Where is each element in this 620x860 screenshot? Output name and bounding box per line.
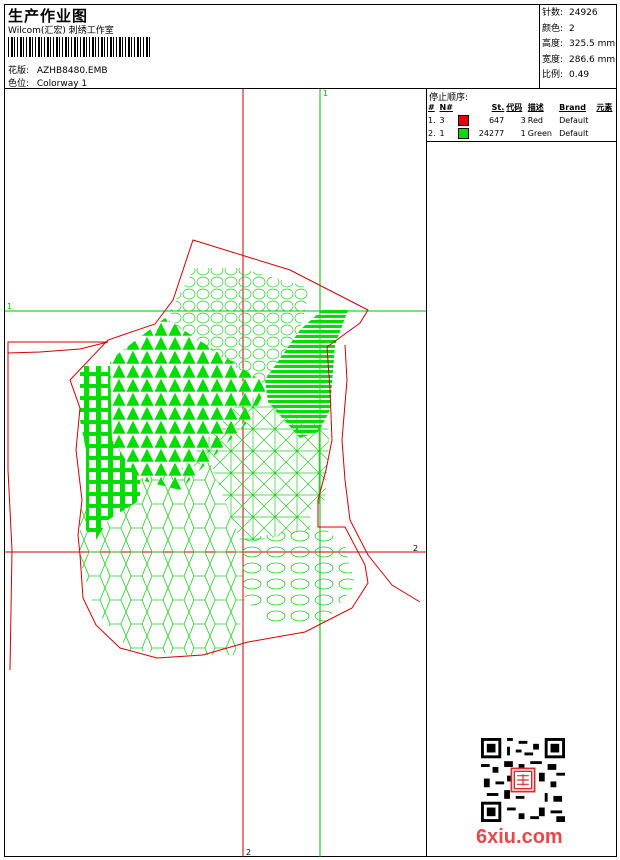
guide-v2-label: 2 [246, 848, 251, 857]
watermark-site: 6xiu.com [476, 826, 563, 848]
guide-v1-label: 1 [323, 89, 328, 98]
seal-stamp-icon [510, 767, 536, 793]
oval-fill-region [240, 525, 355, 628]
embroidery-design-canvas: 1 1 2 2 [5, 89, 426, 857]
guide-h1-label: 1 [7, 302, 12, 311]
right-panel-outline [341, 344, 421, 603]
guide-h2-label: 2 [413, 544, 418, 553]
qr-code-icon [481, 738, 565, 822]
